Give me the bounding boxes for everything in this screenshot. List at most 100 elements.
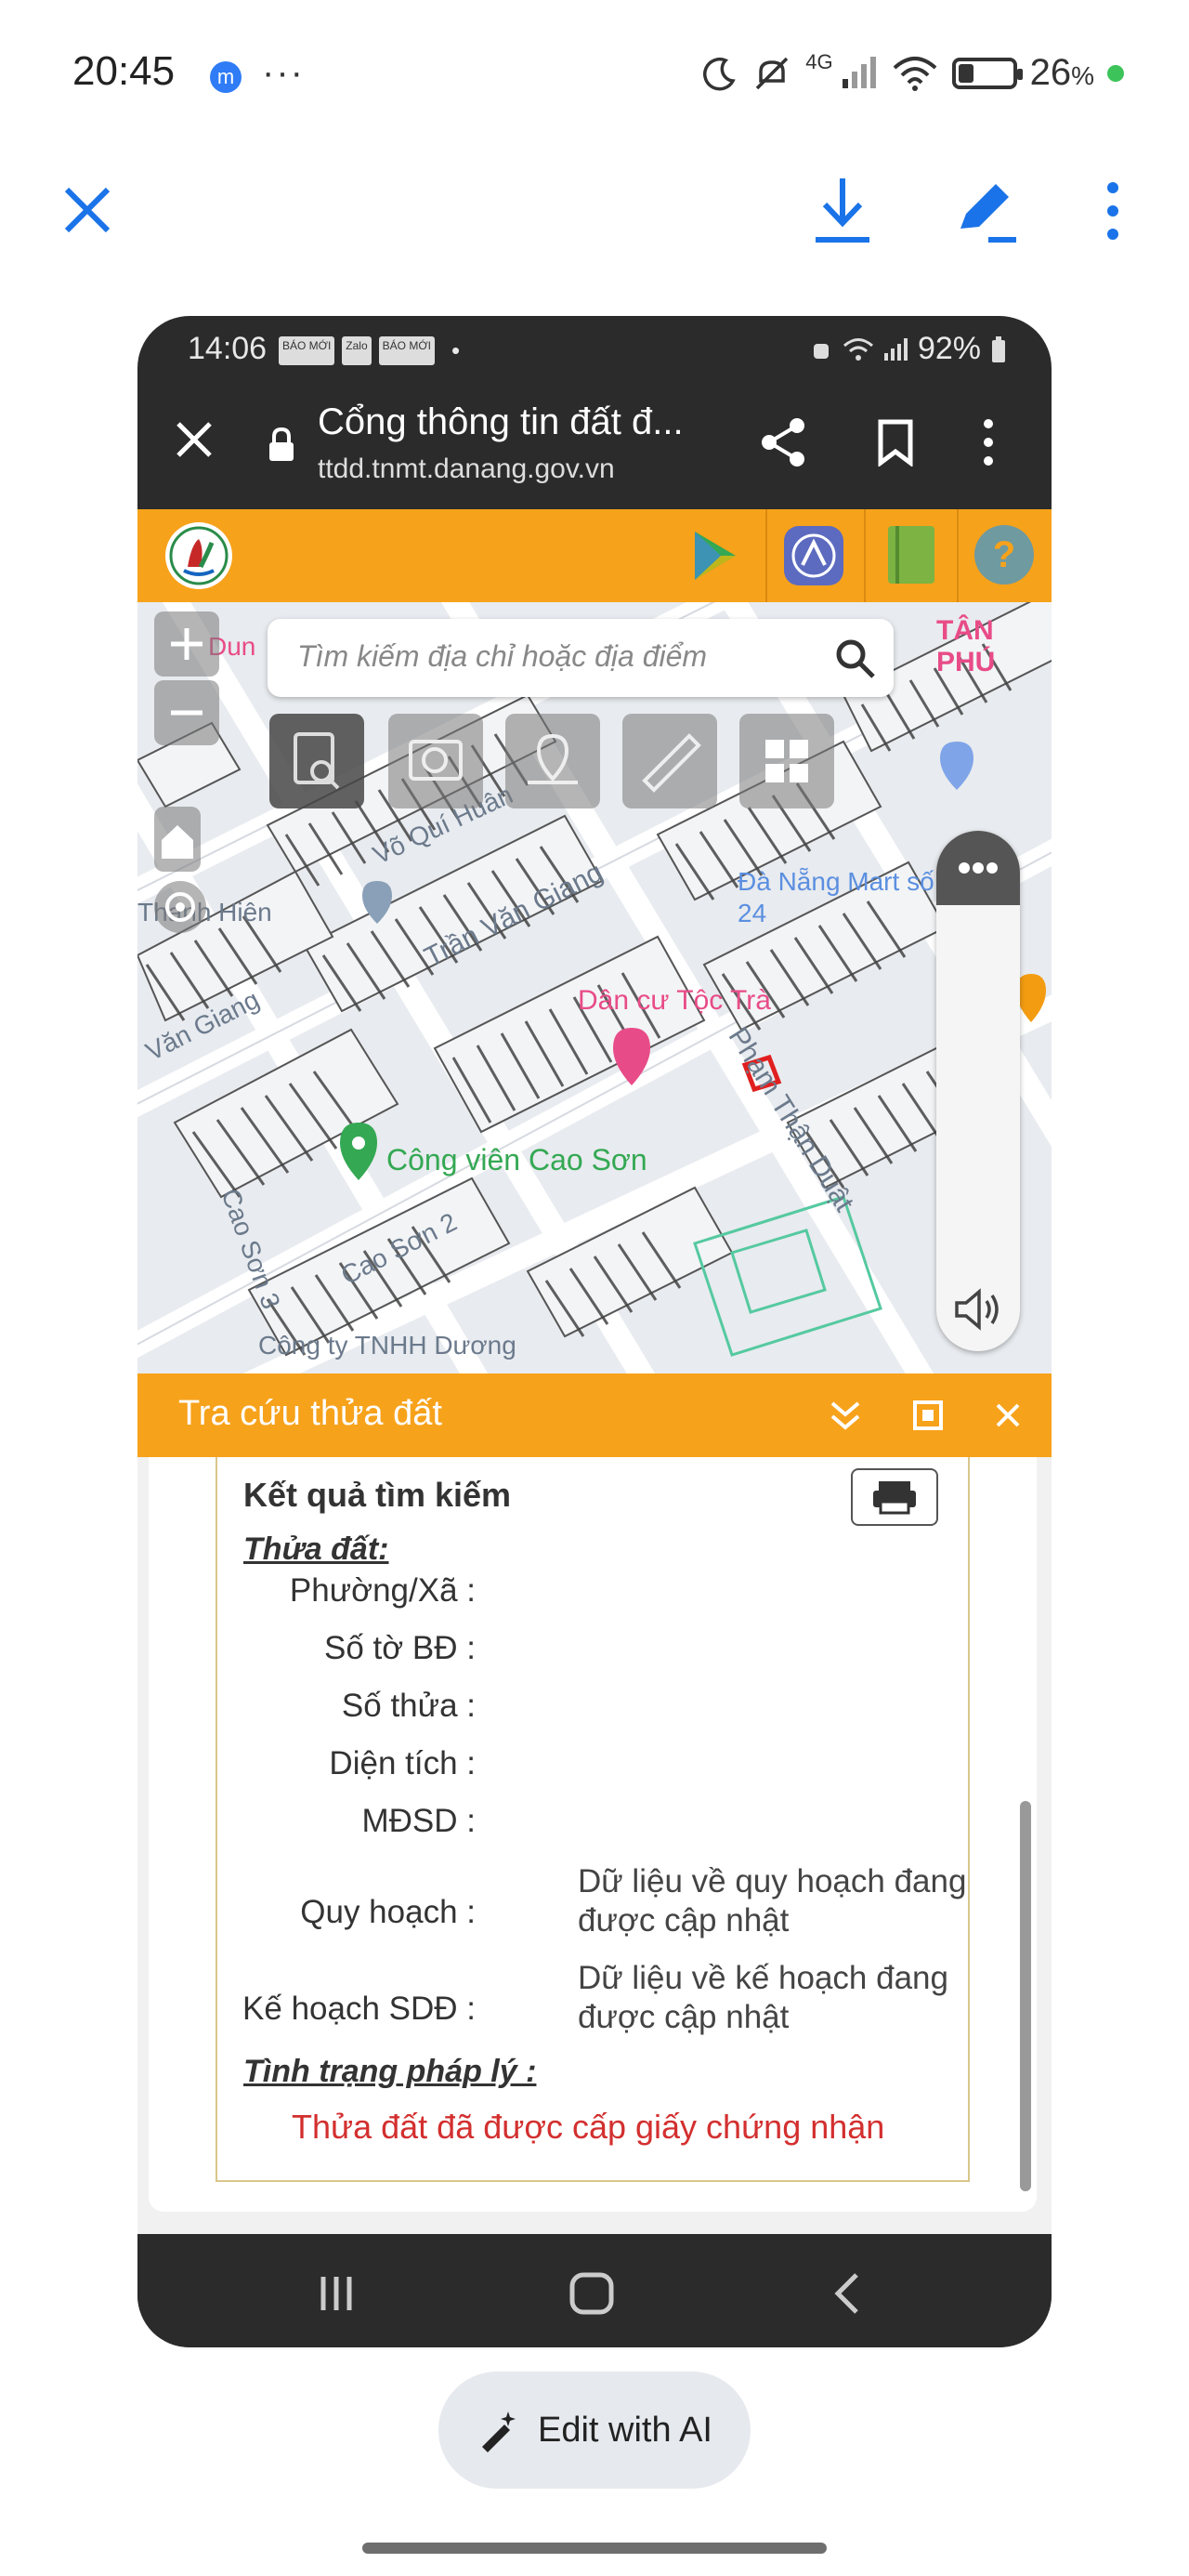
baomoi-icon: BÁO MỚI [279, 336, 335, 365]
network-type: 4G [805, 49, 833, 73]
map-poi-company[interactable]: Công ty TNHH Dương [258, 1331, 516, 1360]
divider [957, 509, 959, 602]
printer-icon [873, 1481, 916, 1515]
map-poi-park[interactable]: Công viên Cao Sơn [386, 1143, 647, 1177]
zoom-in-button[interactable] [154, 611, 219, 677]
label-land-use-plan: Kế hoạch SDĐ : [242, 1991, 476, 2027]
result-heading: Kết quả tìm kiếm [243, 1476, 512, 1514]
lookup-panel-header: Tra cứu thửa đất [137, 1373, 1052, 1457]
location-tool[interactable] [505, 714, 600, 808]
value-land-use-plan: Dữ liệu về kế hoạch đang được cập nhật [578, 1960, 948, 2035]
lookup-panel-body: Kết quả tìm kiếm Thửa đất: Phường/Xã : S… [137, 1457, 1052, 2234]
inner-app-badges: BÁO MỚI Zalo BÁO MỚI • [279, 336, 460, 365]
zalo-icon: Zalo [342, 336, 372, 365]
wifi-icon-inner [843, 337, 873, 361]
battery-icon [951, 57, 1023, 89]
label-area: Diện tích : [329, 1745, 476, 1781]
home-icon[interactable] [568, 2271, 615, 2316]
guide-book-icon[interactable] [884, 522, 938, 587]
download-icon[interactable] [810, 175, 875, 245]
map-view[interactable]: Võ Quí Huân Trần Văn Giang Văn Giang Tha… [137, 602, 1052, 1373]
label-map-sheet: Số tờ BĐ : [323, 1630, 476, 1666]
gesture-home-indicator[interactable] [362, 2543, 827, 2554]
svg-text:?: ? [993, 534, 1015, 575]
mute-icon [755, 57, 789, 89]
label-parcel-number: Số thửa : [341, 1688, 476, 1724]
map-poi-tanphu[interactable]: TÂN PHÚ [936, 615, 1052, 678]
panel-title: Tra cứu thửa đất [178, 1394, 442, 1433]
status-time: 20:45 [72, 48, 176, 94]
layers-tool[interactable] [739, 714, 834, 808]
browser-close-icon[interactable] [175, 420, 214, 459]
android-nav-bar [137, 2238, 1052, 2347]
help-icon[interactable]: ? [972, 522, 1037, 587]
battery-percent: 26% [1029, 52, 1094, 93]
label-planning: Quy hoạch : [300, 1894, 476, 1930]
legal-status-value: Thửa đất đã được cấp giấy chứng nhận [292, 2108, 885, 2146]
divider [864, 509, 866, 602]
map-search-box[interactable]: Tìm kiếm địa chỉ hoặc địa điểm [268, 619, 894, 697]
section-legal-status: Tình trạng pháp lý : [243, 2054, 537, 2089]
browser-title: Cổng thông tin đất đ... [318, 401, 684, 442]
moon-icon [703, 57, 736, 90]
play-store-icon[interactable] [687, 528, 739, 584]
speaker-icon[interactable] [951, 1286, 1005, 1333]
status-indicators: 4G 26% [701, 49, 1124, 94]
parcel-lookup-tool[interactable] [269, 714, 364, 808]
lock-icon [269, 427, 294, 461]
more-notifications-icon: ··· [262, 52, 305, 93]
messenger-icon: m [210, 61, 242, 93]
collapse-icon[interactable] [827, 1398, 864, 1435]
pen-icon[interactable] [953, 175, 1020, 245]
side-panel-menu-button[interactable] [936, 831, 1020, 905]
magic-pen-icon [482, 2412, 516, 2452]
locate-button[interactable] [154, 881, 206, 933]
map-poi-residential[interactable]: Dân cư Tộc Trà [578, 985, 771, 1017]
share-icon[interactable] [758, 416, 808, 468]
map-search-tool[interactable] [388, 714, 483, 808]
label-land-use: MĐSD : [361, 1803, 477, 1839]
home-extent-button[interactable] [154, 807, 201, 872]
browser-url[interactable]: ttdd.tnmt.danang.gov.vn [318, 453, 615, 485]
result-card: Kết quả tìm kiếm Thửa đất: Phường/Xã : S… [149, 1457, 1037, 2212]
section-parcel: Thửa đất: [243, 1531, 389, 1567]
panel-close-icon[interactable] [992, 1400, 1024, 1431]
inner-indicators: 92% [810, 331, 1007, 367]
inner-status-bar: 14:06 BÁO MỚI Zalo BÁO MỚI • 92% [137, 316, 1052, 381]
screenshot-image: 14:06 BÁO MỚI Zalo BÁO MỚI • 92% Cổng th… [137, 316, 1052, 2347]
notification-dot: • [451, 336, 461, 364]
inner-time: 14:06 [188, 331, 268, 366]
label-ward: Phường/Xã : [289, 1572, 476, 1609]
result-box: Kết quả tìm kiếm Thửa đất: Phường/Xã : S… [216, 1457, 970, 2182]
bookmark-icon[interactable] [877, 418, 914, 467]
maximize-icon[interactable] [912, 1400, 944, 1431]
value-planning: Dữ liệu về quy hoạch đang được cập nhật [578, 1863, 967, 1939]
measure-tool[interactable] [622, 714, 717, 808]
map-poi-mart[interactable]: Đà Nẵng Mart số 24 [738, 866, 942, 929]
app-logo[interactable] [163, 520, 234, 591]
search-input[interactable]: Tìm kiếm địa chỉ hoặc địa điểm [297, 639, 707, 674]
app-store-icon[interactable] [782, 524, 845, 587]
signal-icon-inner [883, 337, 908, 361]
print-button[interactable] [851, 1468, 938, 1526]
recent-apps-icon[interactable] [314, 2271, 359, 2316]
alarm-icon [813, 343, 829, 359]
zoom-out-button[interactable] [154, 680, 219, 745]
battery-icon-inner [992, 335, 1005, 362]
edit-with-ai-button[interactable]: Edit with AI [438, 2372, 751, 2489]
side-panel[interactable] [936, 831, 1020, 1351]
app-header: ? [137, 509, 1052, 602]
inner-battery-text: 92% [917, 331, 981, 366]
close-icon[interactable] [59, 182, 115, 238]
more-vert-icon[interactable] [1096, 178, 1130, 243]
browser-toolbar: Cổng thông tin đất đ... ttdd.tnmt.danang… [137, 381, 1052, 509]
privacy-indicator-dot [1107, 64, 1124, 82]
divider [765, 509, 767, 602]
browser-menu-icon[interactable] [979, 418, 998, 467]
search-icon[interactable] [832, 636, 877, 680]
signal-icon [842, 56, 876, 88]
scrollbar[interactable] [1020, 1801, 1031, 2191]
baomoi-icon-2: BÁO MỚI [378, 336, 435, 365]
back-icon[interactable] [830, 2271, 864, 2316]
wifi-icon [893, 56, 936, 91]
